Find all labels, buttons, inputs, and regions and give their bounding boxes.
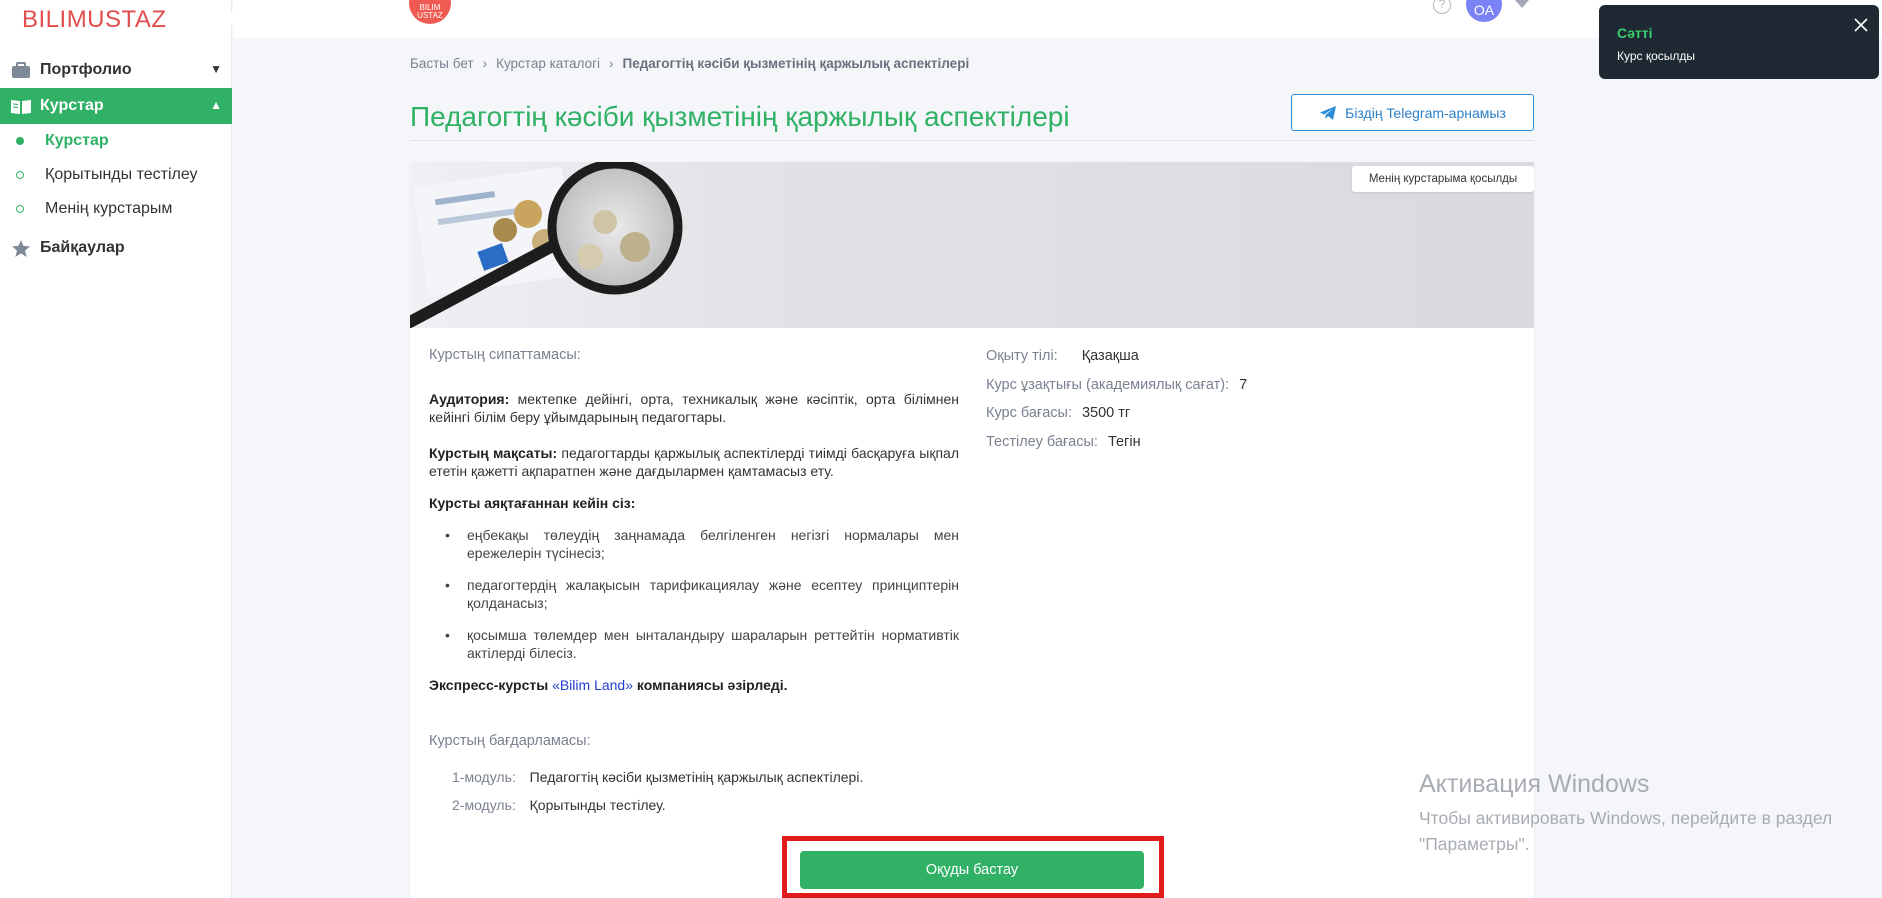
success-toast: Сәтті Курс қосылды (1599, 5, 1879, 79)
info-row-duration: Курс ұзақтығы (академиялық сағат): 7 (986, 377, 1247, 406)
book-icon (10, 97, 32, 115)
sidebar-item-contests[interactable]: Байқаулар (0, 230, 232, 266)
module-1: 1-модуль: Педагогтің кәсіби қызметінің қ… (452, 769, 863, 785)
close-icon[interactable] (1853, 17, 1869, 38)
goal-paragraph: Курстың мақсаты: педагогтарды қаржылық а… (429, 444, 959, 480)
info-value: 7 (1239, 376, 1248, 393)
list-item: еңбекақы төлеудің заңнамада белгіленген … (445, 526, 959, 562)
bullet-icon (16, 137, 24, 145)
sidebar-item-label: Курстар (40, 97, 104, 114)
outcomes-title: Курсты аяқтағаннан кейін сіз: (429, 495, 636, 511)
title-divider (410, 140, 1534, 141)
star-icon (10, 239, 32, 257)
avatar[interactable]: OA (1466, 0, 1502, 22)
module-label: 1-модуль: (452, 769, 516, 785)
caret-down-icon[interactable] (1515, 0, 1529, 8)
briefcase-icon (10, 61, 32, 79)
course-banner-image: Менің курстарыма қосылды (410, 162, 1534, 328)
sidebar-subitem-label: Менің курстарым (45, 200, 173, 217)
breadcrumb: Басты бет › Курстар каталогі › Педагогті… (410, 56, 969, 71)
description-label: Курстың сипаттамасы: (429, 347, 581, 363)
goal-label: Курстың мақсаты: (429, 445, 558, 461)
bullet-icon (16, 205, 24, 213)
sidebar-subitem-my-courses[interactable]: Менің курстарым (0, 192, 232, 226)
sidebar-subitem-final-test[interactable]: Қорытынды тестілеу (0, 158, 232, 192)
telegram-button-label: Біздің Telegram-арнамыз (1345, 104, 1506, 121)
program-label: Курстың бағдарламасы: (429, 733, 591, 749)
watermark-line2: "Параметры". (1419, 834, 1530, 854)
watermark-title: Активация Windows (1419, 770, 1650, 798)
info-row-price: Курс бағасы: 3500 тг (986, 405, 1247, 434)
info-row-language: Оқыту тілі: Қазақша (986, 348, 1247, 377)
toast-title: Сәтті (1617, 25, 1653, 41)
breadcrumb-catalog[interactable]: Курстар каталогі (496, 56, 600, 71)
chevron-down-icon: ▼ (210, 62, 222, 76)
windows-activation-watermark: Активация Windows Чтобы активировать Win… (1419, 770, 1832, 857)
breadcrumb-current: Педагогтің кәсіби қызметінің қаржылық ас… (622, 56, 970, 71)
sidebar-item-label: Байқаулар (40, 239, 125, 256)
module-label: 2-модуль: (452, 797, 516, 813)
bullet-icon (16, 171, 24, 179)
course-description: Курстың сипаттамасы: Аудитория: мектепке… (429, 346, 959, 694)
module-text: Педагогтің кәсіби қызметінің қаржылық ас… (529, 769, 864, 785)
page-title: Педагогтің кәсіби қызметінің қаржылық ас… (410, 101, 1070, 132)
list-item: қосымша төлемдер мен ынталандыру шаралар… (445, 626, 959, 662)
watermark-line1: Чтобы активировать Windows, перейдите в … (1419, 808, 1833, 828)
sidebar-subitem-courses[interactable]: Курстар (0, 124, 232, 158)
brand-logo[interactable]: BILIMUSTAZ (22, 6, 167, 34)
help-icon[interactable]: ? (1433, 0, 1451, 14)
sidebar-item-label: Портфолио (40, 61, 132, 78)
outcomes-list: еңбекақы төлеудің заңнамада белгіленген … (429, 526, 959, 662)
toast-message: Курс қосылды (1617, 49, 1696, 63)
sidebar-nav: Портфолио ▼ Курстар ▲ Курстар Қорытынды … (0, 52, 232, 266)
sidebar-item-portfolio[interactable]: Портфолио ▼ (0, 52, 232, 88)
telegram-button[interactable]: Біздің Telegram-арнамыз (1291, 94, 1534, 131)
info-key: Тестілеу бағасы: (986, 433, 1098, 450)
developer-note: Экспресс-курсты «Bilim Land» компаниясы … (429, 676, 959, 694)
audience-text: мектепке дейінгі, орта, техникалық және … (429, 391, 959, 425)
list-item: педагогтердің жалақысын тарификациялау ж… (445, 576, 959, 612)
info-value: 3500 тг (1081, 405, 1131, 421)
telegram-icon (1320, 105, 1337, 120)
bilim-land-link[interactable]: «Bilim Land» (552, 677, 633, 693)
sidebar: BILIMUSTAZ Портфолио ▼ Курстар ▲ Курстар… (0, 0, 232, 898)
info-key: Курс ұзақтығы (академиялық сағат): (986, 376, 1230, 393)
info-key: Оқыту тілі: (986, 348, 1058, 364)
developer-note-suffix: компаниясы әзірледі. (633, 677, 788, 693)
chevron-right-icon: › (609, 56, 614, 71)
info-key: Курс бағасы: (986, 405, 1072, 421)
course-info: Оқыту тілі: Қазақша Курс ұзақтығы (акаде… (986, 348, 1247, 462)
header-logo[interactable]: BILIM USTAZ (409, 0, 451, 24)
audience-label: Аудитория: (429, 391, 510, 407)
module-2: 2-модуль: Қорытынды тестілеу. (452, 797, 666, 813)
developer-note-prefix: Экспресс-курсты (429, 677, 553, 693)
sidebar-subitem-label: Курстар (45, 132, 109, 149)
info-value: Қазақша (1081, 348, 1139, 364)
chevron-right-icon: › (482, 56, 488, 71)
added-to-my-courses-badge: Менің курстарыма қосылды (1352, 166, 1534, 192)
breadcrumb-home[interactable]: Басты бет (410, 56, 474, 71)
chevron-up-icon: ▲ (210, 98, 222, 112)
audience-paragraph: Аудитория: мектепке дейінгі, орта, техни… (429, 390, 959, 426)
info-value: Тегін (1107, 433, 1141, 450)
sidebar-subitem-label: Қорытынды тестілеу (45, 166, 198, 183)
sidebar-item-courses[interactable]: Курстар ▲ (0, 88, 232, 124)
module-text: Қорытынды тестілеу. (529, 797, 666, 813)
start-learning-button[interactable]: Оқуды бастау (800, 851, 1144, 889)
course-card: Менің курстарыма қосылды Курстың сипатта… (410, 162, 1534, 898)
info-row-test-price: Тестілеу бағасы: Тегін (986, 434, 1247, 463)
